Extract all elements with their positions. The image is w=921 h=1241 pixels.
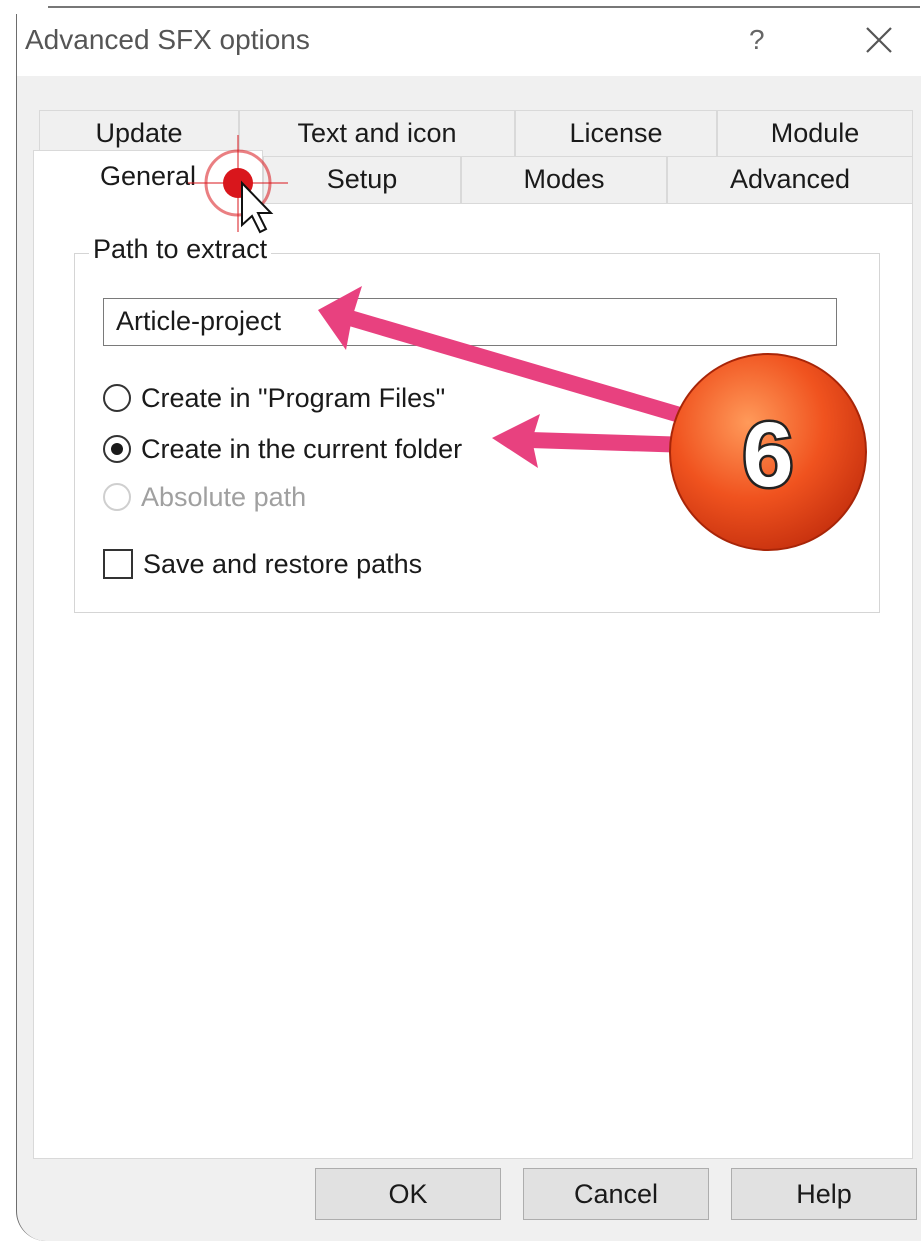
path-input[interactable]: Article-project [103, 298, 837, 346]
close-icon[interactable] [859, 20, 899, 60]
advanced-sfx-dialog: Advanced SFX options ? Update Text and i… [16, 14, 921, 1241]
checkbox-label: Save and restore paths [143, 548, 423, 579]
radio-absolute-path: Absolute path [103, 479, 306, 515]
title-help-button[interactable]: ? [749, 24, 765, 56]
radio-button-disabled [103, 483, 131, 511]
tab-setup[interactable]: Setup [263, 156, 461, 204]
window-top-edge [48, 0, 920, 8]
dialog-title: Advanced SFX options [25, 24, 310, 55]
radio-label: Create in "Program Files" [141, 382, 446, 413]
tab-text-and-icon[interactable]: Text and icon [239, 110, 515, 158]
radio-current-folder[interactable]: Create in the current folder [103, 431, 462, 467]
tab-modes[interactable]: Modes [461, 156, 667, 204]
radio-program-files[interactable]: Create in "Program Files" [103, 380, 445, 416]
radio-label: Create in the current folder [141, 433, 463, 464]
radio-button-selected[interactable] [103, 435, 131, 463]
tab-advanced[interactable]: Advanced [667, 156, 913, 204]
ok-button[interactable]: OK [315, 1168, 501, 1220]
save-restore-paths-checkbox[interactable]: Save and restore paths [103, 546, 422, 582]
tab-module[interactable]: Module [717, 110, 913, 158]
cancel-button[interactable]: Cancel [523, 1168, 709, 1220]
general-tab-panel: Path to extract Article-project Create i… [33, 203, 913, 1159]
title-bar: Advanced SFX options ? [17, 14, 921, 76]
path-to-extract-group: Path to extract Article-project Create i… [74, 234, 880, 613]
tab-general[interactable]: General [33, 150, 263, 206]
tab-license[interactable]: License [515, 110, 717, 158]
checkbox[interactable] [103, 549, 133, 579]
help-button[interactable]: Help [731, 1168, 917, 1220]
radio-button[interactable] [103, 384, 131, 412]
radio-label: Absolute path [141, 481, 307, 512]
group-title: Path to extract [89, 234, 272, 265]
